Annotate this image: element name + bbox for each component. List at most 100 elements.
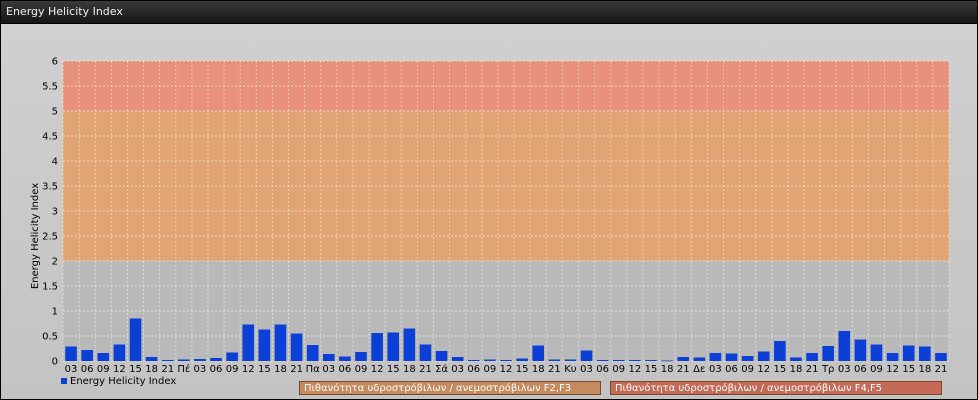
- bar: [645, 360, 657, 361]
- x-tick-label: 18: [403, 364, 416, 375]
- y-tick-label: 4: [52, 157, 58, 168]
- bar: [790, 357, 802, 361]
- legend-label: Energy Helicity Index: [70, 376, 177, 387]
- bar: [65, 346, 77, 361]
- bar: [919, 346, 931, 361]
- x-tick-label: Πέ: [177, 363, 190, 375]
- bar: [693, 357, 706, 361]
- bar: [532, 345, 545, 361]
- x-tick-label: 03: [451, 364, 464, 375]
- x-tick-label: 09: [612, 364, 625, 375]
- x-tick-label: 18: [661, 364, 674, 375]
- bar: [339, 356, 351, 361]
- bar: [886, 353, 899, 361]
- bar: [323, 354, 335, 361]
- y-axis-label: Energy Helicity Index: [30, 183, 41, 289]
- bar: [113, 344, 126, 361]
- legend-band-f2-f3: Πιθανότητα υδροστρόβιλων / ανεμοστρόβιλω…: [299, 381, 601, 395]
- y-tick-label: 2.5: [42, 232, 58, 243]
- x-tick-label: 15: [773, 364, 786, 375]
- y-tick-label: 6: [52, 57, 58, 68]
- x-tick-label: 09: [741, 364, 754, 375]
- bar: [548, 359, 561, 361]
- x-tick-label: 15: [516, 364, 529, 375]
- x-tick-label: 03: [322, 364, 335, 375]
- x-tick-label: 21: [806, 364, 819, 375]
- bar: [870, 344, 883, 361]
- x-tick-label: 12: [242, 364, 255, 375]
- x-tick-label: 21: [161, 364, 174, 375]
- bar: [564, 359, 577, 361]
- bar: [387, 332, 400, 361]
- bar: [774, 341, 786, 361]
- y-tick-label: 0.5: [42, 332, 58, 343]
- bar: [902, 345, 915, 361]
- bar: [677, 357, 689, 361]
- bar: [806, 353, 818, 361]
- x-tick-label: 09: [226, 364, 239, 375]
- x-tick-label: Κυ: [564, 364, 577, 375]
- bar: [451, 357, 464, 361]
- x-tick-label: 21: [548, 364, 561, 375]
- bar: [274, 324, 287, 361]
- legend-swatch-icon: [61, 378, 67, 384]
- x-tick-label: 06: [210, 364, 223, 375]
- x-tick-label: 09: [97, 364, 110, 375]
- bar: [484, 359, 496, 361]
- bar: [661, 360, 673, 362]
- x-tick-label: 18: [790, 364, 803, 375]
- y-tick-label: 3: [52, 207, 58, 218]
- x-tick-label: 18: [145, 364, 158, 375]
- x-tick-label: Τρ: [821, 364, 834, 375]
- x-tick-label: 09: [355, 364, 368, 375]
- x-tick-label: 18: [274, 364, 287, 375]
- x-tick-label: 09: [870, 364, 883, 375]
- x-tick-label: 21: [419, 364, 432, 375]
- x-tick-label: 03: [194, 364, 207, 375]
- bar: [355, 352, 367, 361]
- helicity-chart: 00.511.522.533.544.555.56 03 06 09 12 15 18 21…: [30, 57, 950, 375]
- bar: [290, 333, 303, 361]
- bar: [725, 353, 738, 361]
- legend-band-f4-f5: Πιθανότητα υδροστρόβιλων / ανεμοστρόβιλω…: [610, 381, 942, 395]
- bar: [194, 359, 206, 361]
- x-tick-label: 12: [757, 364, 770, 375]
- bar: [935, 353, 947, 361]
- bar: [81, 350, 93, 361]
- x-tick-label: 06: [339, 364, 352, 375]
- x-tick-label: 12: [371, 364, 384, 375]
- bar: [371, 333, 383, 361]
- bar: [629, 360, 641, 361]
- x-tick-label: 18: [918, 364, 931, 375]
- x-tick-label: 15: [387, 364, 400, 375]
- x-tick-label: 03: [838, 364, 851, 375]
- bar: [161, 360, 174, 361]
- bar: [612, 360, 625, 361]
- bar: [419, 344, 432, 361]
- y-tick-label: 5: [52, 107, 58, 118]
- bar: [145, 357, 158, 361]
- title-bar: Energy Helicity Index: [1, 1, 977, 24]
- y-tick-label: 3.5: [42, 182, 58, 193]
- bar: [741, 356, 754, 361]
- y-tick-label: 2: [52, 257, 58, 268]
- x-tick-label: 12: [629, 364, 642, 375]
- bar: [467, 360, 480, 361]
- x-tick-label: 21: [290, 364, 303, 375]
- window-title: Energy Helicity Index: [6, 5, 123, 18]
- bar: [178, 359, 190, 361]
- bar: [258, 329, 271, 361]
- bar: [129, 318, 142, 361]
- x-tick-label: 09: [484, 364, 497, 375]
- y-tick-label: 0: [52, 357, 58, 368]
- x-tick-label: 15: [645, 364, 658, 375]
- bar: [822, 346, 834, 361]
- x-tick-label: 03: [709, 364, 722, 375]
- chart-body: 0 0.5 1 1.5 2 2.5 3 3.5 4 4.5 5 5.5 6 03 06 09 12 15 18 21…: [1, 24, 977, 399]
- bar: [580, 350, 593, 361]
- y-tick-label: 1.5: [42, 282, 58, 293]
- bar: [97, 353, 110, 361]
- x-tick-label: Σά: [435, 363, 448, 375]
- x-tick-label: 06: [467, 364, 480, 375]
- x-tick-label: 15: [129, 364, 142, 375]
